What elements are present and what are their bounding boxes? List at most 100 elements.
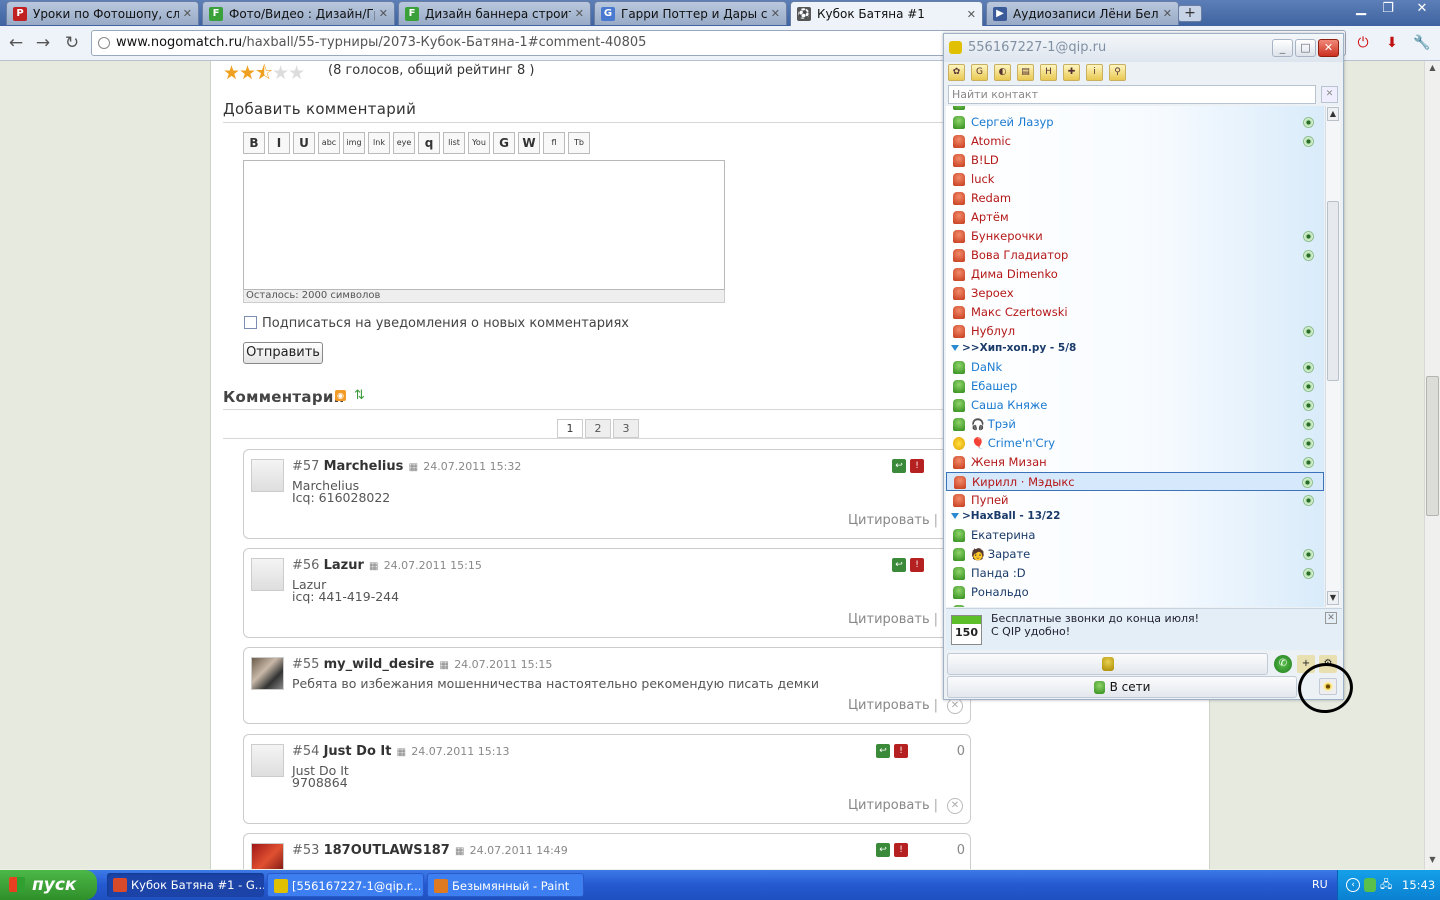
taskbar-task[interactable]: [556167227-1@qip.r...: [267, 873, 424, 897]
answer-icon[interactable]: ↩: [892, 558, 906, 572]
qip-scroll-thumb[interactable]: [1327, 201, 1339, 381]
restore-window-button[interactable]: ❐: [1376, 0, 1400, 18]
qip-search-input[interactable]: Найти контакт: [948, 85, 1316, 104]
visibility-eye-icon[interactable]: [1302, 477, 1313, 488]
page-scrollbar[interactable]: ▲ ▼: [1424, 61, 1440, 869]
avatar[interactable]: [251, 843, 284, 869]
quote-link[interactable]: Цитировать |: [848, 612, 938, 627]
qip-news-close-icon[interactable]: ✕: [1325, 612, 1337, 624]
contact-item[interactable]: Саша Княже: [946, 396, 1324, 415]
browser-tab[interactable]: G Гарри Поттер и Дары смерт ✕: [594, 1, 787, 25]
visibility-eye-icon[interactable]: [1303, 457, 1314, 468]
answer-icon[interactable]: ↩: [876, 744, 890, 758]
browser-tab[interactable]: ▶ Аудиозаписи Лёни Белова | ✕: [986, 1, 1179, 25]
visibility-eye-icon[interactable]: [1303, 326, 1314, 337]
network-icon[interactable]: 🖧: [1380, 878, 1394, 892]
qip-minimize-button[interactable]: _: [1272, 39, 1293, 57]
download-extension-icon[interactable]: ⬇: [1381, 32, 1403, 54]
tab-close-icon[interactable]: ✕: [183, 7, 192, 20]
visibility-eye-icon[interactable]: [1303, 568, 1314, 579]
scroll-up-icon[interactable]: ▲: [1427, 63, 1438, 74]
qip-contact-scrollbar[interactable]: ▲ ▼: [1325, 106, 1340, 607]
contact-item[interactable]: Ебашер: [946, 377, 1324, 396]
contact-item[interactable]: Бункерочки: [946, 227, 1324, 246]
contact-item[interactable]: Рональдо: [946, 583, 1324, 602]
contact-item[interactable]: Вова Гладиатор: [946, 246, 1324, 265]
rating-stars[interactable]: ★★⯪★★: [223, 61, 305, 91]
group-expand-icon[interactable]: [951, 513, 959, 519]
editor-button-1[interactable]: I: [268, 132, 290, 154]
quote-link[interactable]: Цитировать |: [848, 798, 938, 813]
comment-number[interactable]: #53: [292, 843, 319, 858]
comment-author[interactable]: Just Do It: [324, 744, 392, 759]
qip-sound-icon[interactable]: ◐: [994, 64, 1011, 81]
editor-button-8[interactable]: list: [443, 132, 465, 154]
visibility-eye-icon[interactable]: [1303, 495, 1314, 506]
editor-button-2[interactable]: U: [293, 132, 315, 154]
forward-icon[interactable]: →: [33, 33, 53, 53]
taskbar-task[interactable]: Безымянный - Paint: [427, 873, 584, 897]
visibility-eye-icon[interactable]: [1303, 438, 1314, 449]
qip-search-clear-icon[interactable]: ✕: [1321, 86, 1338, 103]
start-button[interactable]: пуск: [0, 870, 97, 900]
contact-group-header[interactable]: >HaxBall - 13/22: [946, 508, 1324, 525]
editor-button-12[interactable]: fl: [543, 132, 565, 154]
visibility-eye-icon[interactable]: [1303, 117, 1314, 128]
contact-item[interactable]: Redam: [946, 189, 1324, 208]
editor-button-5[interactable]: lnk: [368, 132, 390, 154]
contact-group-header[interactable]: >>Хип-хоп.ру - 5/8: [946, 340, 1324, 357]
qip-close-button[interactable]: ✕: [1318, 39, 1339, 57]
subscribe-label[interactable]: Подписаться на уведомления о новых комме…: [262, 316, 629, 331]
contact-item[interactable]: 🎈 Crime'n'Cry: [946, 434, 1324, 453]
reload-icon[interactable]: ↻: [62, 33, 82, 53]
quote-link[interactable]: Цитировать |: [848, 513, 938, 528]
comment-author[interactable]: my_wild_desire: [324, 657, 435, 672]
contact-item[interactable]: Макс Czertowski: [946, 303, 1324, 322]
contact-item[interactable]: Панда :D: [946, 564, 1324, 583]
quote-label[interactable]: Цитировать: [848, 798, 930, 813]
comment-textarea[interactable]: [243, 160, 725, 290]
quote-link[interactable]: Цитировать |: [848, 698, 938, 713]
visibility-eye-icon[interactable]: [1303, 419, 1314, 430]
qip-info-icon[interactable]: H: [1040, 64, 1057, 81]
page-3-button[interactable]: 3: [613, 419, 639, 438]
contact-item[interactable]: [946, 602, 1324, 607]
visibility-eye-icon[interactable]: [1303, 549, 1314, 560]
avatar[interactable]: [251, 459, 284, 492]
qip-search-user-icon[interactable]: ⚲: [1109, 64, 1126, 81]
contact-item[interactable]: Зероех: [946, 284, 1324, 303]
scroll-down-icon[interactable]: ▼: [1427, 855, 1438, 866]
qip-news-banner[interactable]: 150 Бесплатные звонки до конца июля! С Q…: [946, 608, 1342, 650]
browser-tab[interactable]: F Фото/Видео : Дизайн/Графи ✕: [202, 1, 395, 25]
subscribe-checkbox[interactable]: [244, 316, 257, 329]
qip-phone-icon[interactable]: ✆: [1274, 655, 1292, 673]
minimize-window-button[interactable]: ▁: [1349, 0, 1373, 18]
page-1-button[interactable]: 1: [557, 419, 583, 438]
contact-item[interactable]: luck: [946, 170, 1324, 189]
report-icon[interactable]: !: [894, 744, 908, 758]
delete-icon[interactable]: ✕: [947, 698, 963, 714]
qip-tray-icon[interactable]: [1364, 878, 1376, 892]
visibility-eye-icon[interactable]: [1303, 136, 1314, 147]
contact-item[interactable]: 🎧 Трэй: [946, 415, 1324, 434]
rss-icon[interactable]: ◉: [335, 390, 346, 401]
tab-close-icon[interactable]: ✕: [967, 8, 976, 21]
qip-menu-icon[interactable]: ✿: [948, 64, 965, 81]
qip-status-button[interactable]: В сети: [947, 676, 1297, 698]
close-window-button[interactable]: ✕: [1408, 0, 1436, 18]
editor-button-11[interactable]: W: [518, 132, 540, 154]
editor-button-3[interactable]: abc: [318, 132, 340, 154]
adblock-extension-icon[interactable]: ⏻: [1352, 32, 1374, 54]
qip-notes-icon[interactable]: i: [1086, 64, 1103, 81]
contact-item[interactable]: Нублул: [946, 322, 1324, 341]
avatar[interactable]: [251, 558, 284, 591]
page-info-icon[interactable]: [98, 37, 110, 49]
comment-number[interactable]: #55: [292, 657, 319, 672]
qip-contacts-icon[interactable]: G: [971, 64, 988, 81]
comment-number[interactable]: #56: [292, 558, 319, 573]
taskbar-task[interactable]: Кубок Батяна #1 - G...: [107, 873, 264, 897]
tray-expand-icon[interactable]: ‹: [1346, 878, 1360, 892]
tab-close-icon[interactable]: ✕: [575, 7, 584, 20]
contact-item[interactable]: Кирилл · Мэдыкс: [946, 472, 1324, 491]
wrench-menu-icon[interactable]: 🔧: [1411, 32, 1433, 54]
